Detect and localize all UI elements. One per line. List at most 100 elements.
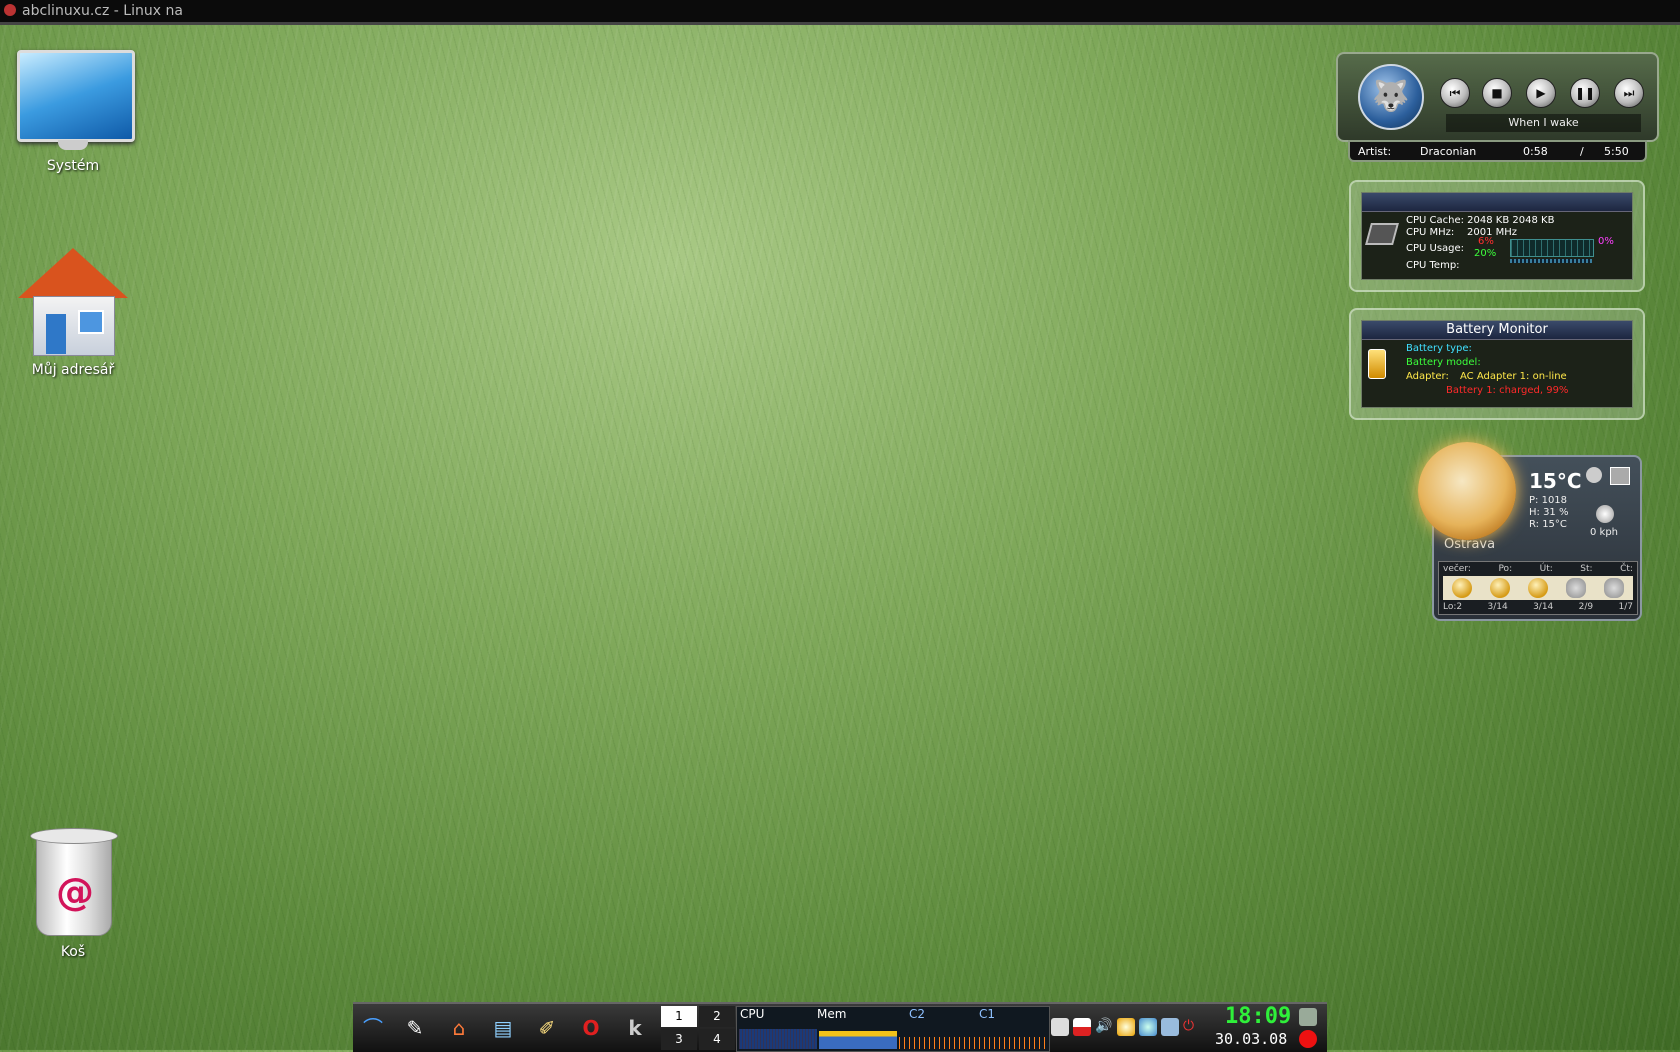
forecast-strip: večer: Po: Út: St: Čt: Lo:2 3/14 3/14 2/… [1438,561,1638,615]
battery-type-label: Battery type: [1406,343,1472,354]
forecast-temp: 1/7 [1618,602,1633,612]
show-desktop-icon[interactable] [1299,1008,1317,1026]
cloud-icon [1604,578,1624,598]
network-graph [899,1037,1047,1049]
window-titlebar[interactable]: abclinuxu.cz - Linux na [0,0,1680,25]
desktop-icon-home[interactable]: Můj adresář [8,248,138,378]
cpu-temp-label: CPU Temp: [1406,260,1460,271]
forecast-temp: 2/9 [1578,602,1594,612]
system-monitor[interactable]: CPU Mem C2 C1 [736,1006,1050,1052]
weather-sun-icon [1418,442,1516,540]
real-feel: R: 15°C [1529,519,1567,530]
sun-icon [1528,578,1548,598]
logout-icon[interactable] [1299,1030,1317,1048]
cpu-cache-value: 2048 KB 2048 KB [1467,215,1555,226]
wind-speed: 0 kph [1590,527,1619,538]
window-title: abclinuxu.cz - Linux na [22,3,183,19]
c2-label: C2 [909,1007,926,1021]
notes-icon[interactable] [1161,1018,1179,1036]
desktop-icon-label: Můj adresář [31,362,115,378]
forecast-day: večer: [1443,564,1471,574]
forecast-day: Út: [1539,564,1553,574]
trash-icon: @ [28,820,118,940]
wolf-logo-icon[interactable]: 🐺 [1358,64,1424,130]
cpu-header [1362,193,1632,212]
battery-monitor-widget: Battery Monitor Battery type: Battery mo… [1349,308,1645,420]
clock-date: 30.03.08 [1215,1030,1288,1048]
cpu-usage-core1: 6% [1478,236,1494,247]
player-info-bar: Artist: Draconian 0:58 / 5:50 [1348,140,1647,162]
battery-icon [1368,349,1386,379]
previous-track-button[interactable]: ⏮ [1440,78,1470,108]
desktop-icon-trash[interactable]: @ Koš [8,820,138,960]
time-separator: / [1580,145,1584,158]
stop-button[interactable]: ■ [1482,78,1512,108]
cpu-chip-icon [1365,223,1399,245]
cpu-usage-label: CPU Usage: [1406,243,1465,254]
sun-icon [1490,578,1510,598]
cpu-usage-right: 0% [1598,236,1614,247]
song-title: When I wake [1446,114,1641,132]
adapter-value: AC Adapter 1: on-line [1460,371,1567,382]
cpu-temp-bar [1510,259,1592,263]
cpu-graph [739,1029,817,1049]
forecast-day: Čt: [1620,564,1633,574]
cpu-mhz-label: CPU MHz: [1406,227,1455,238]
home-folder-icon [18,248,128,358]
power-icon[interactable]: ⏻ [1183,1018,1201,1036]
desktop-edit-icon[interactable]: ✎ [399,1012,431,1044]
cpu-usage-core2: 20% [1474,248,1497,259]
music-player-widget: 🐺 ⏮ ■ ▶ ❚❚ ⏭ When I wake [1336,52,1659,142]
cpu-cache-label: CPU Cache: [1406,215,1464,226]
pressure: P: 1018 [1529,495,1568,506]
battery-model-label: Battery model: [1406,357,1481,368]
clock-time: 18:09 [1225,1004,1292,1029]
taskbar: ⌒ ✎ ⌂ ▤ ✐ O k 1 2 3 4 CPU Mem C2 C1 🔊 ⏻ … [353,1002,1327,1052]
current-temperature: 15°C [1529,469,1582,493]
play-button[interactable]: ▶ [1526,78,1556,108]
artist-name: Draconian [1420,145,1477,158]
wind-compass-icon [1596,505,1614,523]
cpu-usage-graph [1510,239,1594,257]
computer-icon [13,44,135,154]
next-track-button[interactable]: ⏭ [1614,78,1644,108]
kde-menu-icon[interactable]: ⌒ [357,1012,389,1044]
volume-icon[interactable]: 🔊 [1095,1018,1113,1036]
desktop-1-button[interactable]: 1 [661,1006,697,1027]
battery-header: Battery Monitor [1362,321,1632,340]
forecast-temp: 3/14 [1487,602,1508,612]
file-manager-icon[interactable]: ▤ [487,1012,519,1044]
home-icon[interactable]: ⌂ [443,1012,475,1044]
konqueror-icon[interactable]: k [619,1012,651,1044]
pause-button[interactable]: ❚❚ [1570,78,1600,108]
total-time: 5:50 [1604,145,1629,158]
desktop-2-button[interactable]: 2 [699,1006,735,1027]
keyboard-layout-icon[interactable] [1073,1018,1091,1036]
forecast-day: Po: [1498,564,1513,574]
desktop-icon-label: Koš [60,944,86,960]
mem-label: Mem [817,1007,847,1021]
updates-icon[interactable] [1139,1018,1157,1036]
forecast-day: St: [1580,564,1593,574]
opera-icon[interactable]: O [575,1012,607,1044]
virtual-desktop-pager: 1 2 3 4 [661,1006,735,1050]
desktop-icon-system[interactable]: Systém [8,44,138,174]
app-icon [4,4,16,16]
cpu-monitor-widget: CPU Cache: 2048 KB 2048 KB CPU MHz: 2001… [1349,180,1645,292]
desktop-icon-label: Systém [46,158,100,174]
globe-icon[interactable] [1586,467,1602,483]
network-icon[interactable] [1117,1018,1135,1036]
text-editor-icon[interactable]: ✐ [531,1012,563,1044]
clock[interactable]: 18:09 30.03.08 [1215,1004,1295,1050]
map-icon[interactable] [1610,467,1630,485]
clipboard-icon[interactable] [1051,1018,1069,1036]
desktop-3-button[interactable]: 3 [661,1029,697,1050]
memory-graph [819,1031,897,1049]
artist-label: Artist: [1358,145,1392,158]
battery-status: Battery 1: charged, 99% [1446,385,1569,396]
adapter-label: Adapter: [1406,371,1449,382]
moon-icon [1452,578,1472,598]
c1-label: C1 [979,1007,996,1021]
elapsed-time: 0:58 [1523,145,1548,158]
desktop-4-button[interactable]: 4 [699,1029,735,1050]
